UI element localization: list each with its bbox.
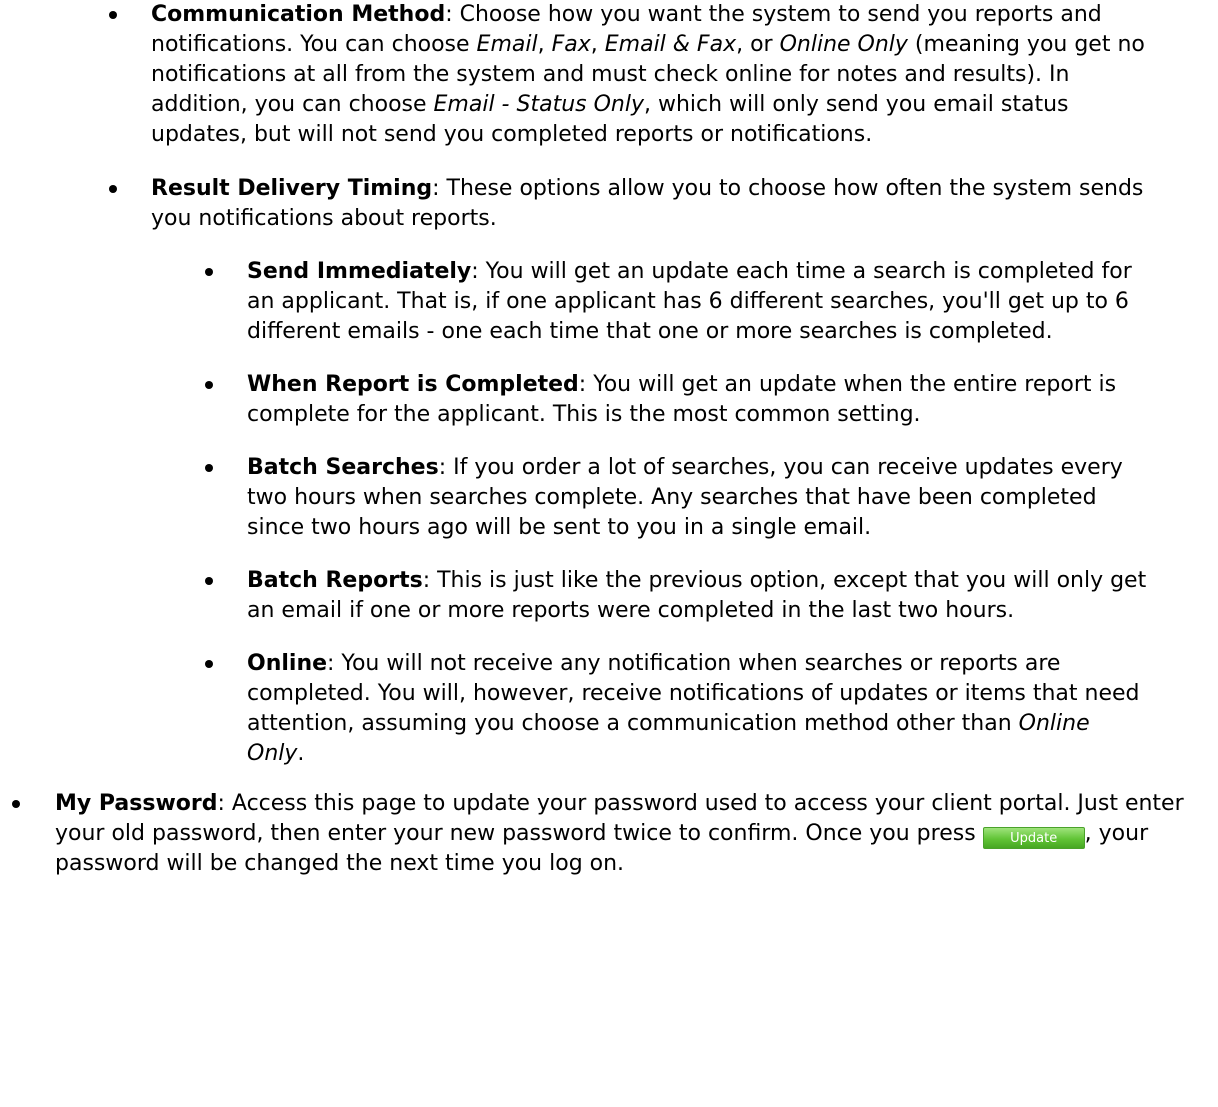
list-item: Result Delivery Timing: These options al… bbox=[0, 174, 1166, 769]
list-item: Communication Method: Choose how you wan… bbox=[0, 0, 1166, 150]
bullet-icon bbox=[205, 577, 213, 585]
option-fax: Fax bbox=[551, 32, 591, 57]
bullet-icon bbox=[109, 11, 117, 19]
bullet-icon bbox=[205, 464, 213, 472]
option-text: : You will not receive any notification … bbox=[247, 651, 1140, 736]
bullet-icon bbox=[12, 800, 20, 808]
communication-method-title: Communication Method bbox=[151, 2, 446, 27]
list-item: When Report is Completed: You will get a… bbox=[0, 370, 1152, 430]
list-item: Batch Searches: If you order a lot of se… bbox=[0, 453, 1152, 543]
update-button[interactable]: Update bbox=[982, 827, 1085, 849]
list-item: My Password: Access this page to update … bbox=[0, 789, 1210, 879]
option-text: . bbox=[297, 741, 305, 766]
list-item: Batch Reports: This is just like the pre… bbox=[0, 566, 1152, 626]
my-password-title: My Password bbox=[55, 791, 218, 816]
option-status-only: Email - Status Only bbox=[433, 92, 644, 117]
help-list: Communication Method: Choose how you wan… bbox=[0, 0, 1218, 879]
timing-options-list: Send Immediately: You will get an update… bbox=[0, 257, 1166, 769]
list-item: Send Immediately: You will get an update… bbox=[0, 257, 1152, 347]
my-password-text: My Password: Access this page to update … bbox=[55, 789, 1210, 879]
option-email: Email bbox=[476, 32, 538, 57]
result-delivery-timing-text: Result Delivery Timing: These options al… bbox=[151, 174, 1166, 234]
bullet-icon bbox=[109, 185, 117, 193]
option-title: Batch Searches bbox=[247, 455, 439, 480]
option-title: Online bbox=[247, 651, 328, 676]
bullet-icon bbox=[205, 381, 213, 389]
option-online-only: Online Only bbox=[779, 32, 908, 57]
option-title: Send Immediately bbox=[247, 259, 472, 284]
separator: , or bbox=[736, 32, 780, 57]
bullet-icon bbox=[205, 660, 213, 668]
bullet-icon bbox=[205, 268, 213, 276]
separator: , bbox=[537, 32, 552, 57]
communication-method-text: Communication Method: Choose how you wan… bbox=[151, 0, 1166, 150]
separator: , bbox=[590, 32, 605, 57]
list-item: Online: You will not receive any notific… bbox=[0, 649, 1152, 769]
option-title: Batch Reports bbox=[247, 568, 423, 593]
result-delivery-timing-title: Result Delivery Timing bbox=[151, 176, 433, 201]
option-email-fax: Email & Fax bbox=[604, 32, 737, 57]
option-title: When Report is Completed bbox=[247, 372, 579, 397]
